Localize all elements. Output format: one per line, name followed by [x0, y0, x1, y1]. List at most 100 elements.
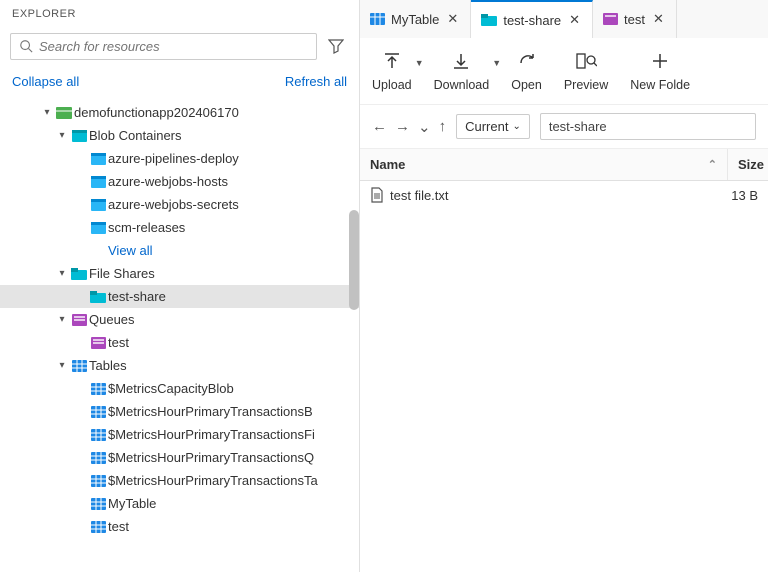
tree-node-view-all[interactable]: View all	[0, 239, 359, 262]
tree-node-table[interactable]: test	[0, 515, 359, 538]
tab-test-share[interactable]: test-share ✕	[471, 0, 593, 38]
tree-node-blob[interactable]: azure-webjobs-hosts	[0, 170, 359, 193]
tool-label: New Folde	[630, 78, 690, 92]
container-icon	[88, 199, 108, 211]
container-group-icon	[69, 130, 89, 142]
tree-label: demofunctionapp202406170	[74, 105, 239, 120]
tab-bar: MyTable ✕ test-share ✕ test ✕	[360, 0, 768, 38]
tree-label: $MetricsHourPrimaryTransactionsB	[108, 404, 313, 419]
file-icon	[370, 187, 384, 203]
resource-tree: ▾ demofunctionapp202406170 ▾ Blob Contai…	[0, 99, 359, 572]
queue-group-icon	[69, 314, 89, 326]
forward-icon[interactable]: →	[395, 118, 410, 136]
column-name[interactable]: Name ⌃	[360, 149, 728, 180]
filter-button[interactable]	[323, 32, 349, 60]
storage-account-icon	[54, 107, 74, 119]
tree-node-queues[interactable]: ▾ Queues	[0, 308, 359, 331]
column-label: Name	[370, 157, 405, 172]
tool-label: Upload	[372, 78, 412, 92]
chevron-down-icon[interactable]: ▼	[415, 58, 424, 68]
search-input[interactable]	[39, 39, 308, 54]
fileshare-icon	[481, 14, 497, 26]
tree-node-tables[interactable]: ▾ Tables	[0, 354, 359, 377]
tree-label: Tables	[89, 358, 127, 373]
tree-node-blob[interactable]: azure-webjobs-secrets	[0, 193, 359, 216]
table-icon	[88, 498, 108, 510]
tree-node-blob[interactable]: scm-releases	[0, 216, 359, 239]
sort-icon: ⌃	[708, 158, 717, 171]
table-group-icon	[69, 360, 89, 372]
chevron-down-icon: ▾	[55, 130, 69, 141]
view-dropdown[interactable]: Current ⌄	[456, 114, 530, 139]
tree-node-table[interactable]: $MetricsHourPrimaryTransactionsTa	[0, 469, 359, 492]
tree-label: azure-webjobs-hosts	[108, 174, 228, 189]
collapse-all-link[interactable]: Collapse all	[12, 74, 79, 89]
file-row[interactable]: test file.txt 13 B	[360, 181, 768, 209]
chevron-down-icon: ▾	[55, 268, 69, 279]
column-size[interactable]: Size	[728, 149, 768, 180]
table-icon	[88, 429, 108, 441]
open-button[interactable]: Open	[511, 48, 542, 92]
upload-icon	[382, 48, 402, 74]
chevron-down-icon[interactable]: ⌄	[418, 118, 431, 136]
file-size: 13 B	[718, 188, 758, 203]
view-all-link[interactable]: View all	[108, 243, 153, 258]
tree-label: Queues	[89, 312, 135, 327]
tree-node-blob[interactable]: azure-pipelines-deploy	[0, 147, 359, 170]
close-icon[interactable]: ✕	[651, 11, 666, 27]
tree-label: azure-webjobs-secrets	[108, 197, 239, 212]
tree-node-table[interactable]: $MetricsHourPrimaryTransactionsQ	[0, 446, 359, 469]
tree-node-queue[interactable]: test	[0, 331, 359, 354]
up-icon[interactable]: ↑	[439, 118, 447, 136]
tool-label: Open	[511, 78, 542, 92]
container-icon	[88, 222, 108, 234]
path-input[interactable]: test-share	[540, 113, 756, 140]
tree-label: $MetricsHourPrimaryTransactionsQ	[108, 450, 314, 465]
dropdown-label: Current	[465, 119, 508, 134]
tree-node-table[interactable]: $MetricsHourPrimaryTransactionsFi	[0, 423, 359, 446]
chevron-down-icon: ▾	[55, 360, 69, 371]
column-label: Size	[738, 157, 764, 172]
table-icon	[88, 406, 108, 418]
tree-label: $MetricsHourPrimaryTransactionsFi	[108, 427, 315, 442]
tab-label: MyTable	[391, 12, 439, 27]
tree-label: $MetricsCapacityBlob	[108, 381, 234, 396]
new-folder-button[interactable]: New Folde	[630, 48, 690, 92]
chevron-down-icon: ▾	[55, 314, 69, 325]
upload-button[interactable]: Upload ▼	[372, 48, 412, 92]
container-icon	[88, 153, 108, 165]
tree-node-file-shares[interactable]: ▾ File Shares	[0, 262, 359, 285]
tool-label: Download	[434, 78, 490, 92]
tree-label: test	[108, 335, 129, 350]
tree-label: test	[108, 519, 129, 534]
tree-label: Blob Containers	[89, 128, 182, 143]
tree-node-storage-account[interactable]: ▾ demofunctionapp202406170	[0, 101, 359, 124]
table-icon	[88, 475, 108, 487]
tab-mytable[interactable]: MyTable ✕	[360, 0, 471, 38]
tree-node-table[interactable]: MyTable	[0, 492, 359, 515]
preview-icon	[575, 48, 597, 74]
tree-node-table[interactable]: $MetricsCapacityBlob	[0, 377, 359, 400]
queue-icon	[603, 13, 618, 25]
tree-node-blob-containers[interactable]: ▾ Blob Containers	[0, 124, 359, 147]
tree-label: $MetricsHourPrimaryTransactionsTa	[108, 473, 318, 488]
search-box[interactable]	[10, 33, 317, 60]
back-icon[interactable]: ←	[372, 118, 387, 136]
refresh-all-link[interactable]: Refresh all	[285, 74, 347, 89]
search-icon	[19, 39, 33, 53]
tree-node-fileshare[interactable]: test-share	[0, 285, 359, 308]
explorer-panel: EXPLORER Collapse all Refresh all ▾ demo…	[0, 0, 360, 572]
container-icon	[88, 176, 108, 188]
file-name: test file.txt	[390, 188, 712, 203]
tree-node-table[interactable]: $MetricsHourPrimaryTransactionsB	[0, 400, 359, 423]
chevron-down-icon[interactable]: ▼	[492, 58, 501, 68]
download-button[interactable]: Download ▼	[434, 48, 490, 92]
tab-label: test-share	[503, 13, 561, 28]
preview-button[interactable]: Preview	[564, 48, 608, 92]
fileshare-icon	[88, 291, 108, 303]
tab-test[interactable]: test ✕	[593, 0, 677, 38]
close-icon[interactable]: ✕	[567, 12, 582, 28]
tree-label: File Shares	[89, 266, 155, 281]
close-icon[interactable]: ✕	[445, 11, 460, 27]
scrollbar-thumb[interactable]	[349, 210, 359, 310]
